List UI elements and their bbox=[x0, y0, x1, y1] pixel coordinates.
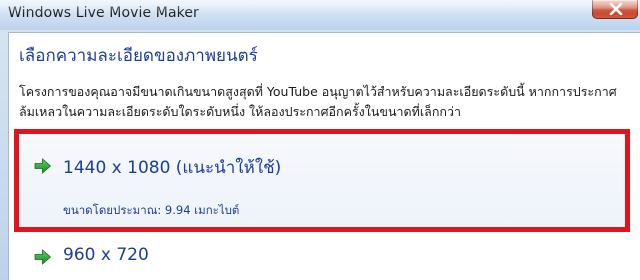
title-bar[interactable]: Windows Live Movie Maker bbox=[0, 0, 640, 30]
resolution-option-1440x1080[interactable]: 1440 x 1080 (แนะนำให้ใช้) ขนาดโดยประมาณ:… bbox=[14, 129, 630, 232]
dialog-heading: เลือกความละเอียดของภาพยนตร์ bbox=[19, 46, 258, 66]
description-line-2: ล้มเหลวในความละเอียดระดับใดระดับหนึ่ง ให… bbox=[19, 104, 461, 119]
dialog-description: โครงการของคุณอาจมีขนาดเกินขนาดสูงสุดที่ … bbox=[19, 82, 629, 122]
green-arrow-icon bbox=[34, 249, 52, 265]
option-label: 1440 x 1080 (แนะนำให้ใช้) bbox=[63, 158, 282, 178]
close-icon bbox=[609, 3, 623, 15]
green-arrow-icon bbox=[34, 158, 52, 174]
estimated-size-label: ขนาดโดยประมาณ: 9.94 เมกะไบต์ bbox=[63, 203, 240, 217]
close-button[interactable] bbox=[592, 0, 638, 19]
resolution-option-960x720[interactable]: 960 x 720 bbox=[14, 233, 630, 280]
dialog-window: Windows Live Movie Maker เลือกความละเอีย… bbox=[0, 0, 640, 280]
description-line-1: โครงการของคุณอาจมีขนาดเกินขนาดสูงสุดที่ … bbox=[19, 84, 617, 99]
dialog-content: เลือกความละเอียดของภาพยนตร์ โครงการของคุ… bbox=[8, 32, 640, 280]
option-label: 960 x 720 bbox=[63, 245, 149, 265]
window-title: Windows Live Movie Maker bbox=[8, 5, 199, 21]
